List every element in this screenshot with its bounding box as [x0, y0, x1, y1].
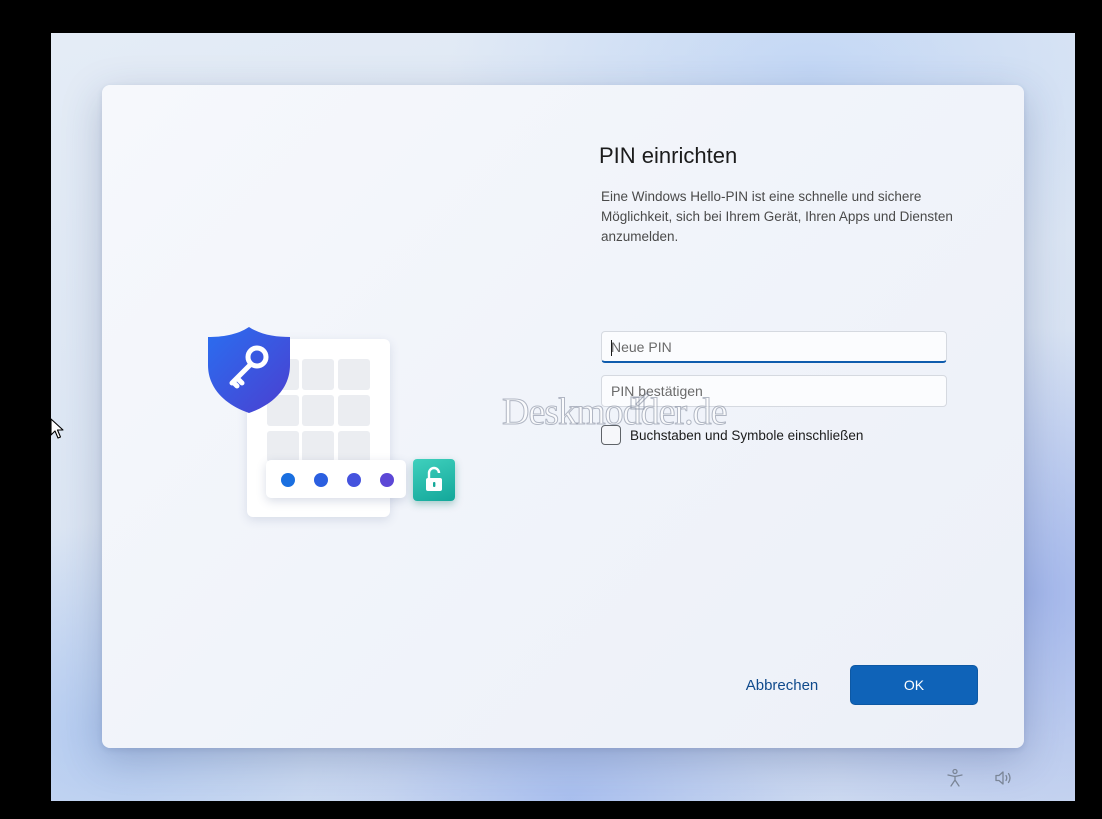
new-pin-input[interactable]	[602, 332, 946, 361]
keypad-key	[338, 431, 370, 462]
page-title: PIN einrichten	[599, 143, 738, 168]
ok-button[interactable]: OK	[850, 665, 978, 705]
unlocked-padlock-icon	[413, 459, 455, 501]
pin-dot	[347, 473, 361, 487]
pin-dots	[266, 460, 406, 498]
keypad-key	[302, 431, 334, 462]
new-pin-field[interactable]	[601, 331, 947, 363]
pin-illustration	[206, 325, 456, 525]
page-description: Eine Windows Hello-PIN ist eine schnelle…	[601, 189, 953, 244]
cancel-button[interactable]: Abbrechen	[732, 665, 832, 705]
watermark-edit-icon	[630, 392, 650, 410]
keypad-key	[338, 395, 370, 426]
mouse-cursor-icon	[50, 418, 64, 439]
volume-icon[interactable]	[993, 768, 1013, 788]
text-caret	[611, 340, 612, 356]
keypad-key	[302, 359, 334, 390]
pin-dot	[314, 473, 328, 487]
shield-key-icon	[208, 327, 290, 413]
pin-dot	[380, 473, 394, 487]
pin-setup-dialog: PIN einrichten Eine Windows Hello-PIN is…	[102, 85, 1024, 748]
keypad-key	[302, 395, 334, 426]
watermark-text: Deskmodder.de	[501, 391, 727, 434]
accessibility-icon[interactable]	[945, 768, 965, 788]
pin-dot	[281, 473, 295, 487]
keypad-key	[267, 431, 299, 462]
oobe-screen: PIN einrichten Eine Windows Hello-PIN is…	[51, 33, 1075, 801]
keypad-key	[338, 359, 370, 390]
